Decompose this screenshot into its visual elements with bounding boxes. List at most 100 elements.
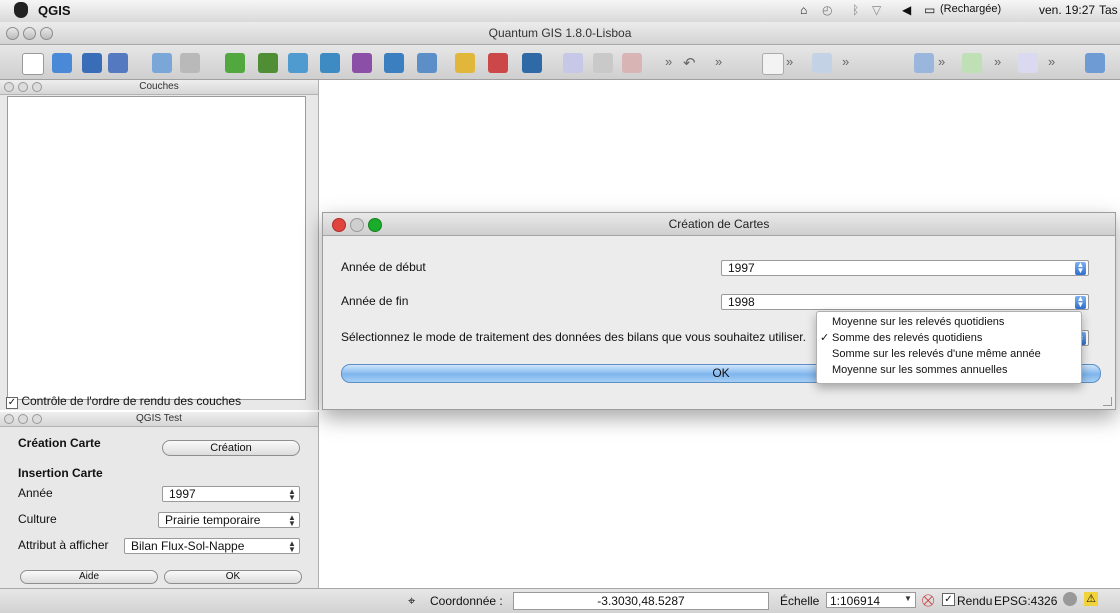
scale-select[interactable]: 1:106914 ▼ (826, 592, 916, 608)
toolbar-overflow-icon[interactable]: » (1048, 54, 1055, 69)
toolbar-overflow-icon[interactable]: » (994, 54, 1001, 69)
add-postgis-layer-icon[interactable] (288, 53, 308, 73)
mode-option[interactable]: Moyenne sur les relevés quotidiens (817, 314, 1081, 330)
toolbar-overflow-icon[interactable]: » (665, 54, 672, 69)
save-project-icon[interactable] (82, 53, 102, 73)
panel-minimize-button[interactable] (18, 82, 28, 92)
panel-minimize-button[interactable] (18, 414, 28, 424)
save-edits-icon[interactable] (593, 53, 613, 73)
battery-icon[interactable]: ▭ (924, 3, 935, 17)
render-order-label: Contrôle de l'ordre de rendu des couches (21, 394, 242, 408)
plugin-db-icon[interactable] (1085, 53, 1105, 73)
annee-label: Année (18, 486, 53, 500)
dialog-close-button[interactable] (332, 218, 346, 232)
panel-zoom-button[interactable] (32, 82, 42, 92)
bluetooth-icon[interactable]: ᛒ (852, 3, 859, 17)
mode-label: Sélectionnez le mode de traitement des d… (341, 330, 806, 344)
time-machine-icon[interactable]: ⌂ (800, 3, 807, 17)
layers-list[interactable] (7, 96, 306, 400)
toolbar-overflow-icon[interactable]: » (938, 54, 945, 69)
wifi-icon[interactable]: ▽ (872, 3, 881, 17)
label-icon[interactable] (1018, 53, 1038, 73)
window-close-button[interactable] (6, 27, 19, 40)
digitize-icon[interactable] (622, 53, 642, 73)
undo-icon[interactable]: ↶ (683, 54, 696, 72)
window-zoom-button[interactable] (40, 27, 53, 40)
render-order-checkbox[interactable]: ✓ Contrôle de l'ordre de rendu des couch… (6, 394, 241, 409)
annee-select-value: 1997 (169, 487, 196, 501)
open-project-icon[interactable] (52, 53, 72, 73)
annee-fin-select[interactable]: 1998 ▲ ▼ (721, 294, 1089, 310)
toolbar-overflow-icon[interactable]: » (786, 54, 793, 69)
print-composer-icon[interactable] (152, 53, 172, 73)
mode-options-popup: Moyenne sur les relevés quotidiens ✓ Som… (816, 311, 1082, 384)
menubar-clock[interactable]: ven. 19:27 (1039, 3, 1095, 17)
toolbar-overflow-icon[interactable]: » (715, 54, 722, 69)
dialog-zoom-button[interactable] (368, 218, 382, 232)
main-window-title: Quantum GIS 1.8.0-Lisboa (488, 26, 632, 40)
culture-select-value: Prairie temporaire (165, 513, 261, 527)
add-wfs-layer-icon[interactable] (417, 53, 437, 73)
coordinate-field[interactable]: -3.3030,48.5287 (513, 592, 769, 610)
attribut-select-value: Bilan Flux-Sol-Nappe (131, 539, 245, 553)
pan-icon[interactable] (762, 53, 784, 75)
window-minimize-button[interactable] (23, 27, 36, 40)
print-icon[interactable] (180, 53, 200, 73)
coordinate-label: Coordonnée : (430, 594, 503, 608)
panel-close-button[interactable] (4, 414, 14, 424)
remove-layer-icon[interactable] (488, 53, 508, 73)
checkmark-icon: ✓ (820, 332, 830, 344)
new-shapefile-icon[interactable] (455, 53, 475, 73)
sync-icon[interactable]: ◴ (822, 3, 832, 17)
chevron-updown-icon: ▲▼ (288, 513, 296, 528)
magnet-icon[interactable] (914, 53, 934, 73)
panel-close-button[interactable] (4, 82, 14, 92)
chevron-updown-icon: ▲▼ (1075, 294, 1086, 309)
toolbar-overflow-icon[interactable]: » (842, 54, 849, 69)
ok-button[interactable]: OK (164, 570, 302, 584)
panel-zoom-button[interactable] (32, 414, 42, 424)
creation-carte-label: Création Carte (18, 436, 101, 450)
culture-select[interactable]: Prairie temporaire ▲ ▼ (158, 512, 300, 528)
warning-icon[interactable]: ⚠ (1084, 592, 1098, 606)
scale-label: Échelle (780, 594, 820, 608)
save-as-icon[interactable] (108, 53, 128, 73)
feature-action-icon[interactable] (962, 53, 982, 73)
annee-debut-select[interactable]: 1997 ▲ ▼ (721, 260, 1089, 276)
resize-grip-icon[interactable] (1103, 397, 1112, 406)
aide-button[interactable]: Aide (20, 570, 158, 584)
add-mssql-layer-icon[interactable] (352, 53, 372, 73)
new-project-icon[interactable] (22, 53, 44, 75)
menubar-user[interactable]: Tas (1099, 3, 1118, 17)
add-wms-layer-icon[interactable] (384, 53, 404, 73)
battery-status: (Rechargée) (940, 3, 1002, 15)
mode-option[interactable]: ✓ Somme des relevés quotidiens (817, 330, 1081, 346)
annee-fin-value: 1998 (728, 295, 755, 309)
layers-panel-titlebar: Couches (0, 80, 318, 95)
add-vector-layer-icon[interactable] (225, 53, 245, 73)
dialog-minimize-button[interactable] (350, 218, 364, 232)
identify-icon[interactable] (812, 53, 832, 73)
mode-option[interactable]: Somme sur les relevés d'une même année (817, 346, 1081, 362)
attribut-select[interactable]: Bilan Flux-Sol-Nappe ▲ ▼ (124, 538, 300, 554)
layers-panel: Couches ✓ Contrôle de l'ordre de rendu d… (0, 80, 319, 410)
render-checkbox[interactable]: ✓ (942, 593, 955, 606)
coordinate-toggle-icon[interactable]: ⌖ (408, 593, 415, 609)
volume-icon[interactable]: ◀ (902, 3, 911, 17)
apple-menu-icon[interactable] (14, 2, 28, 18)
attribut-label: Attribut à afficher (18, 538, 109, 552)
add-raster-layer-icon[interactable] (258, 53, 278, 73)
edit-pencil-icon[interactable] (563, 53, 583, 73)
mode-option[interactable]: Moyenne sur les sommes annuelles (817, 362, 1081, 378)
stop-render-icon[interactable]: ⛒ (922, 593, 936, 607)
annee-select[interactable]: 1997 ▲ ▼ (162, 486, 300, 502)
creation-button[interactable]: Création (162, 440, 300, 456)
new-gpx-icon[interactable] (522, 53, 542, 73)
main-toolbar: » ↶ » » » » » » (0, 45, 1120, 80)
checkbox-box[interactable]: ✓ (6, 397, 18, 409)
add-spatialite-layer-icon[interactable] (320, 53, 340, 73)
app-menu-title[interactable]: QGIS (38, 3, 71, 18)
qgis-test-panel: QGIS Test Création Carte Création Insert… (0, 412, 319, 588)
crs-globe-icon[interactable] (1063, 592, 1077, 606)
crs-label[interactable]: EPSG:4326 (994, 594, 1057, 608)
